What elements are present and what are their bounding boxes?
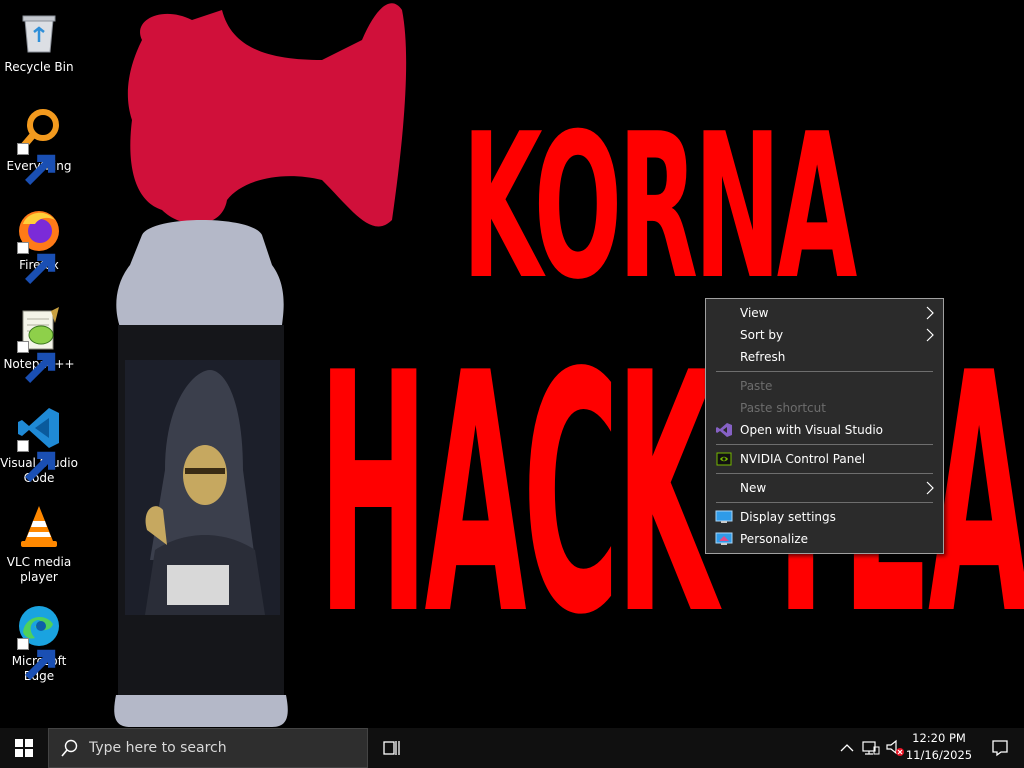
menu-item-label: Personalize [740,532,809,546]
taskbar: 12:20 PM 11/16/2025 [0,728,1024,768]
taskbar-clock[interactable]: 12:20 PM 11/16/2025 [904,730,974,766]
menu-item-paste-shortcut: Paste shortcut [706,397,943,419]
volume-tray-button[interactable] [884,728,906,768]
menu-item-view[interactable]: View [706,302,943,324]
vscode-icon [15,404,63,482]
chevron-right-icon [926,306,934,320]
menu-separator [716,444,933,445]
menu-item-label: Paste shortcut [740,401,826,415]
network-icon [862,741,880,755]
display-settings-icon [715,509,733,525]
menu-item-label: NVIDIA Control Panel [740,452,866,466]
desktop-icon-recycle-bin[interactable]: Recycle Bin [0,8,78,75]
menu-item-label: Display settings [740,510,836,524]
search-icon [61,739,78,757]
show-hidden-icons-button[interactable] [836,728,858,768]
hooded-hacker-image [125,360,280,615]
recycle-bin-icon [15,8,63,56]
shortcut-arrow-icon [17,242,56,284]
start-button[interactable] [0,728,48,768]
menu-item-paste: Paste [706,375,943,397]
menu-item-refresh[interactable]: Refresh [706,346,943,368]
menu-item-nvidia-control-panel[interactable]: NVIDIA Control Panel [706,448,943,470]
menu-item-open-with-visual-studio[interactable]: Open with Visual Studio [706,419,943,441]
desktop-icon-notepad-plus-plus[interactable]: Notepad++ [0,305,78,383]
desktop-icon-vlc[interactable]: VLC media player [0,503,78,585]
search-input[interactable] [89,740,349,756]
vlc-icon [15,503,63,551]
everything-search-icon [15,107,63,185]
menu-separator [716,473,933,474]
menu-separator [716,371,933,372]
desktop-context-menu: View Sort by Refresh Paste Paste shortcu… [705,298,944,554]
taskbar-search-box[interactable] [48,728,368,768]
network-tray-button[interactable] [860,728,882,768]
desktop-icon-vscode[interactable]: Visual Studio Code [0,404,78,486]
air-horn-bell [127,3,407,227]
desktop-icon-label: Recycle Bin [4,60,74,74]
menu-item-label: Open with Visual Studio [740,423,883,437]
desktop-icon-firefox[interactable]: Firefox [0,206,78,284]
task-view-icon [383,741,400,755]
chevron-up-icon [840,744,854,752]
edge-icon [15,602,63,680]
menu-item-label: View [740,306,769,320]
clock-date: 11/16/2025 [905,748,973,762]
menu-item-display-settings[interactable]: Display settings [706,506,943,528]
chevron-right-icon [926,328,934,342]
wallpaper-text-korna: KORNA [462,91,857,324]
shortcut-arrow-icon [17,440,56,482]
notification-icon [992,740,1008,757]
menu-item-sort-by[interactable]: Sort by [706,324,943,346]
firefox-icon [15,206,63,284]
menu-item-label: Sort by [740,328,784,342]
shortcut-arrow-icon [17,341,56,383]
shortcut-arrow-icon [17,638,56,680]
notification-center-button[interactable] [976,728,1024,768]
windows-logo-icon [15,739,33,757]
visual-studio-icon [715,422,733,438]
volume-muted-icon [886,739,904,756]
clock-time: 12:20 PM [912,731,966,745]
desktop-icon-everything[interactable]: Everything [0,107,78,185]
menu-item-personalize[interactable]: Personalize [706,528,943,550]
menu-item-label: Paste [740,379,773,393]
task-view-button[interactable] [372,728,412,768]
notepad-plus-plus-icon [15,305,63,383]
menu-separator [716,502,933,503]
menu-item-new[interactable]: New [706,477,943,499]
personalize-icon [715,531,733,547]
desktop-icon-label: VLC media player [6,555,72,584]
menu-item-label: Refresh [740,350,786,364]
nvidia-icon [715,451,733,467]
chevron-right-icon [926,481,934,495]
menu-item-label: New [740,481,767,495]
desktop-icon-edge[interactable]: Microsoft Edge [0,602,78,684]
shortcut-arrow-icon [17,143,56,185]
